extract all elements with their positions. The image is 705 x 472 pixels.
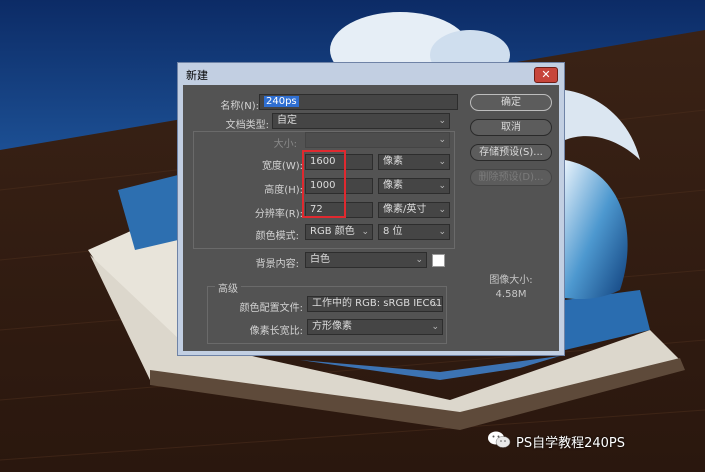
doc-type-value: 自定 [277, 115, 297, 126]
bit-depth-select[interactable]: 8 位 ⌄ [378, 224, 450, 240]
chevron-down-icon: ⌄ [438, 181, 446, 191]
close-button[interactable]: ✕ [534, 67, 558, 83]
name-input-value: 240ps [264, 96, 299, 107]
background-color-swatch[interactable] [432, 254, 445, 267]
close-icon: ✕ [541, 68, 551, 81]
watermark-text: PS自学教程240PS [516, 436, 625, 451]
wechat-icon [488, 431, 511, 448]
height-unit-select[interactable]: 像素 ⌄ [378, 178, 450, 194]
name-label: 名称(N): [220, 101, 259, 112]
color-mode-value: RGB 颜色 [310, 226, 355, 237]
image-size-label: 图像大小: [489, 275, 533, 286]
pixel-aspect-label: 像素长宽比: [249, 326, 303, 337]
name-input[interactable]: 240ps [259, 94, 458, 110]
size-select[interactable]: ⌄ [305, 132, 450, 148]
height-unit-value: 像素 [383, 180, 403, 191]
pixel-aspect-select[interactable]: 方形像素 ⌄ [307, 319, 443, 335]
cancel-button[interactable]: 取消 [470, 119, 552, 136]
color-profile-select[interactable]: 工作中的 RGB: sRGB IEC61... ⌄ [307, 296, 443, 312]
chevron-down-icon: ⌄ [438, 116, 446, 126]
background-value: 白色 [310, 254, 330, 265]
background-label: 背景内容: [255, 259, 299, 270]
chevron-down-icon: ⌄ [415, 255, 423, 265]
ok-button[interactable]: 确定 [470, 94, 552, 111]
chevron-down-icon: ⌄ [438, 205, 446, 215]
resolution-unit-select[interactable]: 像素/英寸 ⌄ [378, 202, 450, 218]
color-mode-label: 颜色模式: [255, 231, 299, 242]
save-preset-button[interactable]: 存储预设(S)... [470, 144, 552, 161]
color-mode-select[interactable]: RGB 颜色 ⌄ [305, 224, 373, 240]
dialog-title: 新建 [186, 69, 208, 82]
new-document-dialog: 新建 ✕ 名称(N): 240ps 文档类型: 自定 ⌄ 大小: ⌄ 宽度(W)… [177, 62, 565, 356]
width-unit-value: 像素 [383, 156, 403, 167]
advanced-title: 高级 [215, 280, 241, 295]
doc-type-label: 文档类型: [225, 120, 269, 131]
resolution-unit-value: 像素/英寸 [383, 204, 427, 215]
bit-depth-value: 8 位 [383, 226, 403, 237]
width-label: 宽度(W): [261, 161, 303, 172]
resolution-label: 分辨率(R): [254, 209, 303, 220]
height-label: 高度(H): [264, 185, 303, 196]
delete-preset-button[interactable]: 删除预设(D)... [470, 169, 552, 186]
pixel-aspect-value: 方形像素 [312, 321, 352, 332]
width-unit-select[interactable]: 像素 ⌄ [378, 154, 450, 170]
chevron-down-icon: ⌄ [361, 227, 369, 237]
chevron-down-icon: ⌄ [431, 322, 439, 332]
color-profile-label: 颜色配置文件: [239, 303, 303, 314]
values-highlight-box [302, 150, 346, 218]
chevron-down-icon: ⌄ [438, 157, 446, 167]
chevron-down-icon: ⌄ [438, 135, 446, 145]
dialog-titlebar[interactable]: 新建 ✕ [178, 63, 564, 85]
dialog-content: 名称(N): 240ps 文档类型: 自定 ⌄ 大小: ⌄ 宽度(W): 160… [183, 85, 559, 351]
color-profile-value: 工作中的 RGB: sRGB IEC61... [312, 298, 443, 309]
image-size-value: 4.58M [495, 289, 527, 300]
size-label: 大小: [273, 139, 297, 150]
doc-type-select[interactable]: 自定 ⌄ [272, 113, 450, 129]
background-select[interactable]: 白色 ⌄ [305, 252, 427, 268]
chevron-down-icon: ⌄ [438, 227, 446, 237]
chevron-down-icon: ⌄ [431, 299, 439, 309]
